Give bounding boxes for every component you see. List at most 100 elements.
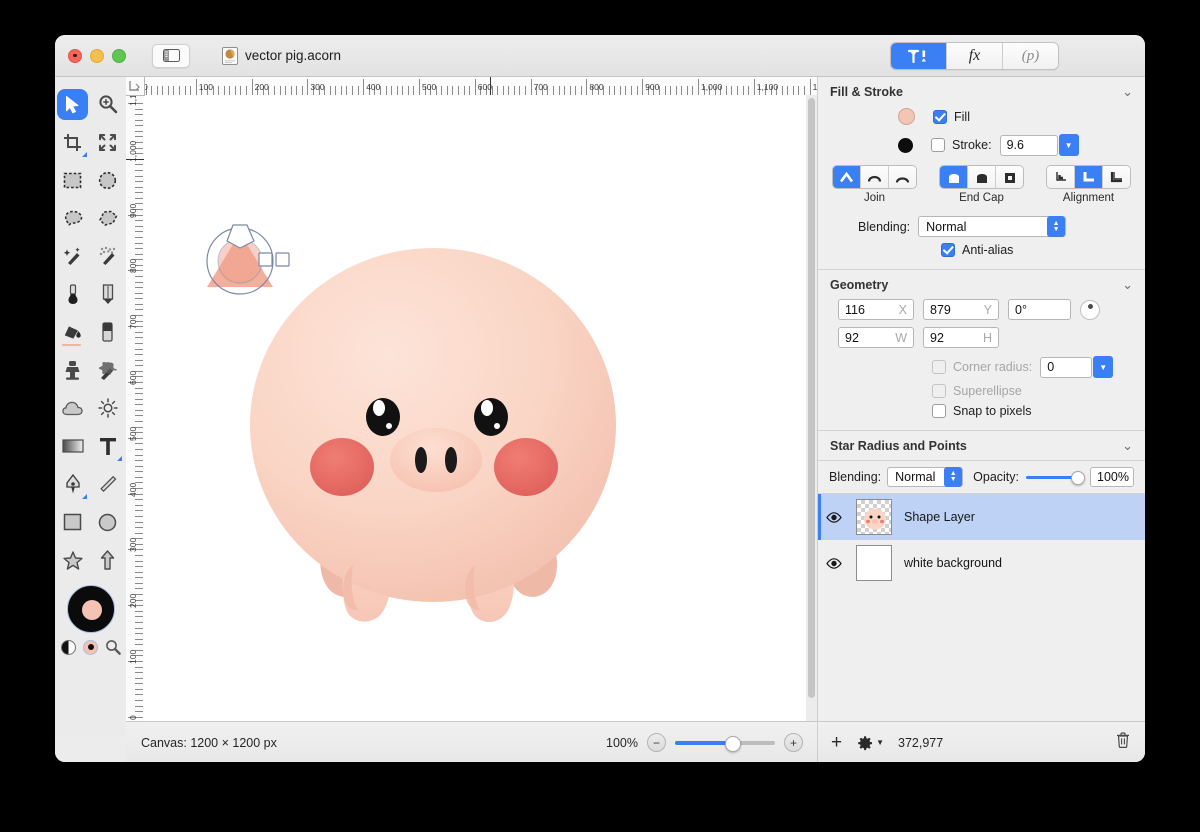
paint-bucket-tool[interactable] [55,313,90,351]
layers-header[interactable]: Star Radius and Points ⌄ [818,431,1145,461]
ruler-tick [569,86,571,95]
canvas-vertical-scrollbar[interactable] [808,98,815,698]
corner-radius-checkbox[interactable] [932,360,946,374]
default-colors-icon[interactable] [61,639,76,655]
width-input[interactable]: 92 W [838,327,914,348]
star-tool[interactable] [55,541,90,579]
endcap-square-button[interactable] [995,166,1023,188]
reset-colors-icon[interactable] [83,639,98,655]
arrow-tool[interactable] [90,541,125,579]
y-input[interactable]: 879 Y [923,299,999,320]
antialias-checkbox[interactable] [941,243,955,257]
ruler-origin[interactable] [126,77,145,96]
blending-popup-arrows[interactable]: ▲ ▼ [1047,216,1066,237]
color-well[interactable] [67,585,115,633]
fill-checkbox[interactable] [933,109,947,124]
text-tool[interactable] [90,427,125,465]
height-input[interactable]: 92 H [923,327,999,348]
layer-row-shape[interactable]: Shape Layer [818,494,1145,540]
select-similar-tool[interactable] [90,237,125,275]
corner-radius-input[interactable]: 0 [1040,356,1093,378]
zoom-slider[interactable] [675,735,775,752]
canvas-paper[interactable] [144,95,806,722]
eraser-tool[interactable] [90,313,125,351]
eye-icon[interactable] [826,555,842,571]
rectangular-marquee-tool[interactable] [55,161,90,199]
ruler-tick [135,554,143,556]
rotation-dial[interactable] [1080,299,1100,320]
stroke-width-stepper[interactable]: ▼ [1058,134,1079,156]
alignment-outside-button[interactable] [1102,166,1130,188]
sidebar-toggle-button[interactable] [152,43,190,68]
opacity-input[interactable]: 100% [1090,467,1134,487]
chevron-down-icon[interactable]: ⌄ [1122,277,1133,293]
geometry-header[interactable]: Geometry ⌄ [818,270,1145,299]
pen-tool[interactable] [55,465,90,503]
fill-color-swatch-inspector[interactable] [898,108,915,125]
add-layer-button[interactable]: + [831,733,842,752]
zoom-tool[interactable] [90,85,125,123]
stroke-color-swatch-inspector[interactable] [898,137,913,153]
pencil-tool[interactable] [90,275,125,313]
transform-tool[interactable] [90,123,125,161]
crop-tool[interactable] [55,123,90,161]
stroke-checkbox[interactable] [931,138,945,152]
ellipse-tool[interactable] [90,503,125,541]
close-button[interactable] [68,48,82,63]
minimize-button[interactable] [90,48,104,63]
zoom-out-icon[interactable]: − [647,733,666,752]
line-tool[interactable] [90,465,125,503]
eye-icon[interactable] [826,509,842,525]
zoom-in-icon[interactable]: + [784,733,803,752]
brush-tool[interactable] [55,275,90,313]
endcap-butt-button[interactable] [940,166,967,188]
layer-blending-popup[interactable]: Normal ▲ ▼ [887,467,964,487]
tab-palette[interactable]: (p) [1002,43,1058,69]
canvas-area[interactable] [144,95,817,722]
blur-tool[interactable] [55,389,90,427]
join-miter-button[interactable] [833,166,860,188]
opacity-slider-knob[interactable] [1071,470,1085,485]
join-round-button[interactable] [860,166,888,188]
corner-radius-stepper[interactable]: ▼ [1093,356,1114,378]
layer-actions-button[interactable]: ▼ [857,735,884,751]
ruler-tick [352,86,354,95]
gradient-tool[interactable] [55,427,90,465]
layer-row-background[interactable]: white background [818,540,1145,586]
elliptical-marquee-tool[interactable] [90,161,125,199]
snap-to-pixels-label: Snap to pixels [953,404,1032,418]
horizontal-ruler[interactable]: 01002003004005006007008009001,0001,1001, [126,77,817,96]
dodge-tool[interactable] [90,389,125,427]
superellipse-checkbox[interactable] [932,384,946,398]
join-bevel-button[interactable] [888,166,916,188]
layer-blending-arrows[interactable]: ▲ ▼ [944,467,963,487]
chevron-down-icon[interactable]: ⌄ [1122,84,1133,100]
color-picker-icon[interactable] [105,639,121,655]
ruler-tick [135,504,143,506]
polygonal-lasso-tool[interactable] [90,199,125,237]
tab-effects[interactable]: fx [946,43,1002,69]
magic-wand-tool[interactable] [55,237,90,275]
stroke-width-input[interactable]: 9.6 [999,134,1058,156]
move-tool[interactable] [55,85,90,123]
clone-stamp-tool[interactable] [55,351,90,389]
smudge-tool[interactable] [90,351,125,389]
tab-inspector[interactable] [891,43,946,69]
blending-popup[interactable]: Normal ▲ ▼ [918,216,1067,237]
alignment-inside-button[interactable] [1047,166,1074,188]
zoom-slider-knob[interactable] [725,735,741,752]
delete-layer-button[interactable] [1116,732,1130,753]
fill-color-swatch[interactable] [82,600,102,620]
rotation-input[interactable]: 0° [1008,299,1071,320]
chevron-down-icon[interactable]: ⌄ [1122,438,1133,454]
alignment-center-button[interactable] [1074,166,1102,188]
vertical-ruler[interactable]: 1,100 1,000 900 800 700 600 500 400 300 200 100 0 [126,95,145,722]
rectangle-tool[interactable] [55,503,90,541]
lasso-tool[interactable] [55,199,90,237]
x-input[interactable]: 116 X [838,299,914,320]
snap-to-pixels-checkbox[interactable] [932,404,946,418]
endcap-round-button[interactable] [967,166,995,188]
fill-stroke-header[interactable]: Fill & Stroke ⌄ [818,77,1145,106]
opacity-slider[interactable] [1026,470,1085,485]
maximize-button[interactable] [112,48,126,63]
